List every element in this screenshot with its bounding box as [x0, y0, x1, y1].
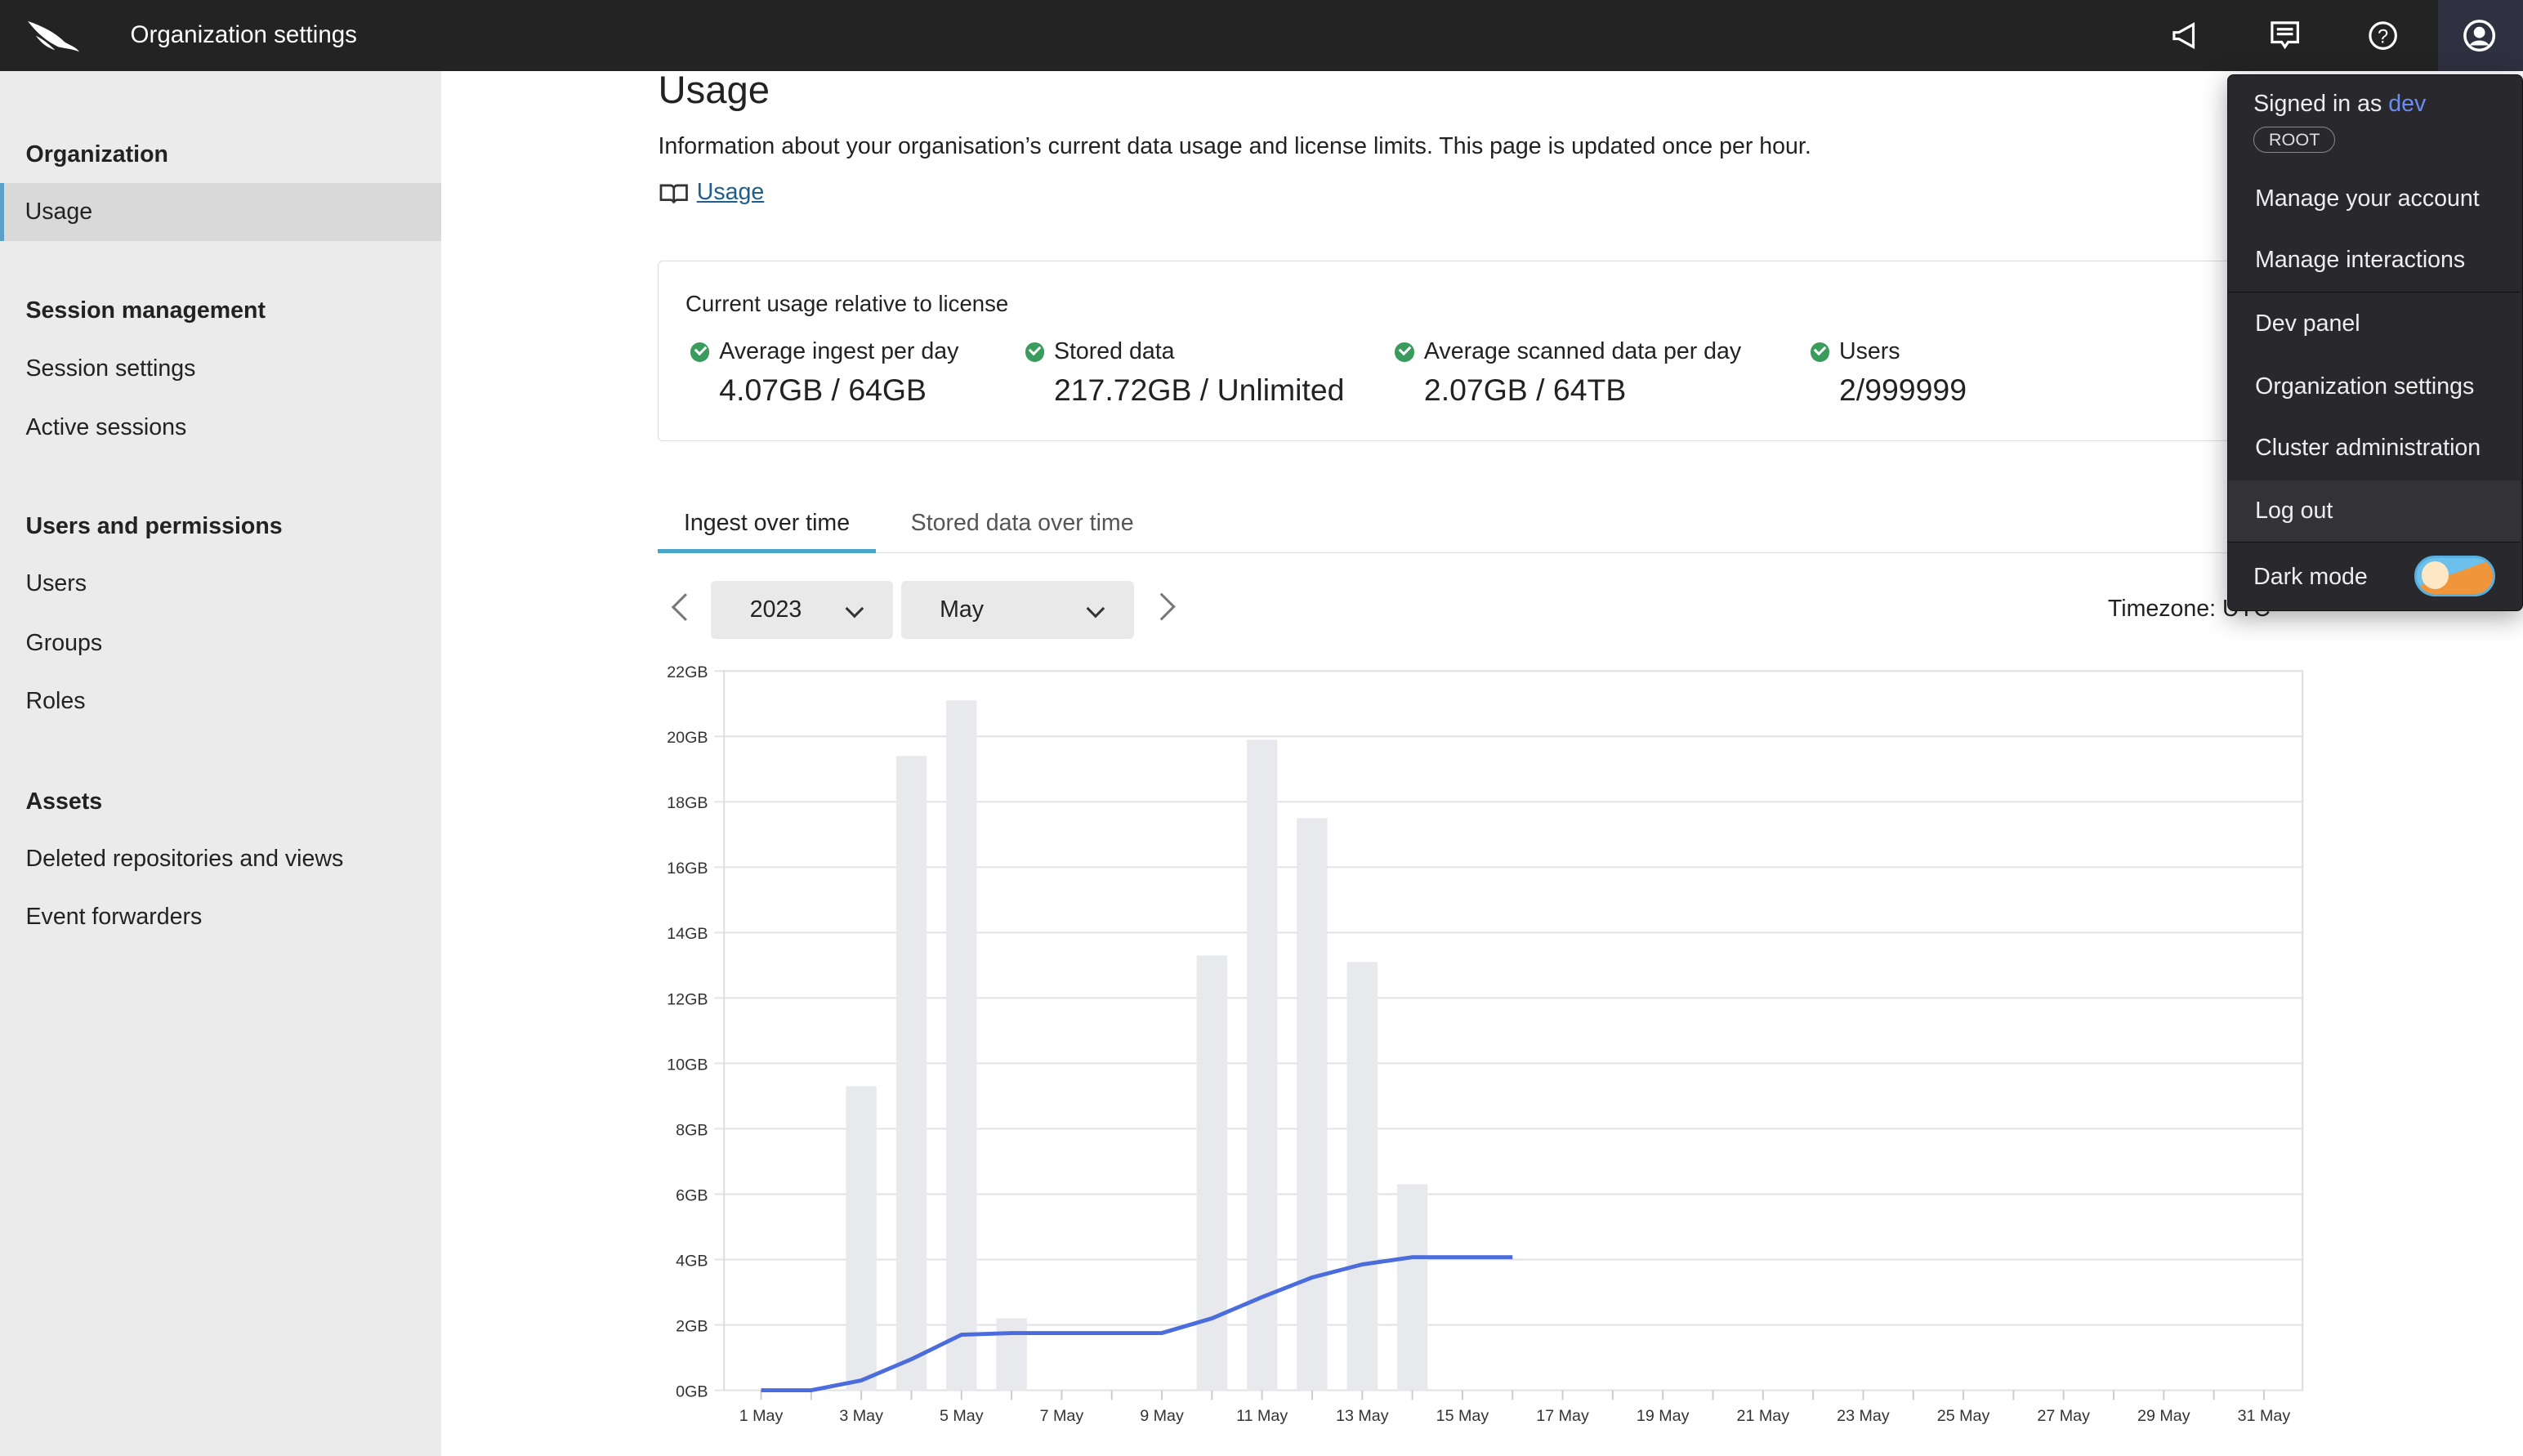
x-tick-label: 29 May: [2137, 1407, 2190, 1425]
x-tick-label: 15 May: [1436, 1407, 1489, 1425]
x-tick-label: 3 May: [839, 1407, 883, 1425]
menu-item-manage-account[interactable]: Manage your account: [2228, 168, 2521, 230]
x-tick-label: 11 May: [1236, 1407, 1288, 1425]
x-tick-label: 7 May: [1040, 1407, 1084, 1425]
bar: [1196, 955, 1228, 1391]
x-tick-label: 21 May: [1737, 1407, 1790, 1425]
y-tick-label: 16GB: [667, 860, 708, 878]
menu-item-organization-settings[interactable]: Organization settings: [2228, 356, 2521, 418]
x-tick-label: 27 May: [2037, 1407, 2090, 1425]
bar: [996, 1318, 1027, 1391]
x-tick-label: 19 May: [1637, 1407, 1690, 1425]
menu-divider: [2227, 541, 2521, 543]
y-tick-label: 4GB: [676, 1252, 708, 1270]
username: dev: [2388, 91, 2427, 118]
x-tick-label: 1 May: [739, 1407, 784, 1425]
y-tick-label: 2GB: [676, 1317, 708, 1335]
menu-divider: [2227, 292, 2521, 293]
x-tick-label: 5 May: [940, 1407, 984, 1425]
x-tick-label: 13 May: [1336, 1407, 1389, 1425]
y-tick-label: 12GB: [667, 990, 708, 1008]
bar: [946, 700, 977, 1391]
x-tick-label: 25 May: [1937, 1407, 1990, 1425]
menu-item-cluster-administration[interactable]: Cluster administration: [2228, 418, 2521, 479]
user-dropdown-menu: Signed in as dev ROOT Manage your accoun…: [2226, 74, 2523, 612]
y-tick-label: 0GB: [676, 1382, 708, 1400]
bar: [846, 1086, 877, 1391]
bar: [1346, 962, 1378, 1391]
bar: [895, 756, 927, 1391]
signed-in-label: Signed in as dev: [2253, 91, 2426, 118]
root-badge: ROOT: [2253, 126, 2336, 153]
y-tick-label: 18GB: [667, 794, 708, 812]
signed-in-prefix: Signed in as: [2253, 91, 2382, 118]
menu-item-log-out[interactable]: Log out: [2227, 480, 2521, 542]
x-tick-label: 17 May: [1536, 1407, 1589, 1425]
bar: [1396, 1184, 1428, 1391]
menu-item-dev-panel[interactable]: Dev panel: [2228, 293, 2521, 355]
y-tick-label: 6GB: [676, 1186, 708, 1204]
ingest-chart: 0GB 2GB 4GB 6GB 8GB 10GB 12GB 14GB 16GB 18GB 20GB 2…: [667, 663, 2304, 1425]
y-tick-label: 22GB: [667, 663, 708, 681]
bar: [1297, 818, 1328, 1391]
y-tick-label: 20GB: [667, 729, 708, 747]
x-tick-label: 23 May: [1837, 1407, 1890, 1425]
dark-mode-toggle[interactable]: [2414, 556, 2495, 596]
menu-item-manage-interactions[interactable]: Manage interactions: [2228, 230, 2521, 291]
y-tick-label: 14GB: [667, 925, 708, 943]
toggle-knob: [2421, 561, 2449, 589]
x-tick-label: 9 May: [1140, 1407, 1184, 1425]
x-tick-label: 31 May: [2238, 1407, 2291, 1425]
y-tick-label: 8GB: [676, 1121, 708, 1139]
y-tick-label: 10GB: [667, 1056, 708, 1074]
